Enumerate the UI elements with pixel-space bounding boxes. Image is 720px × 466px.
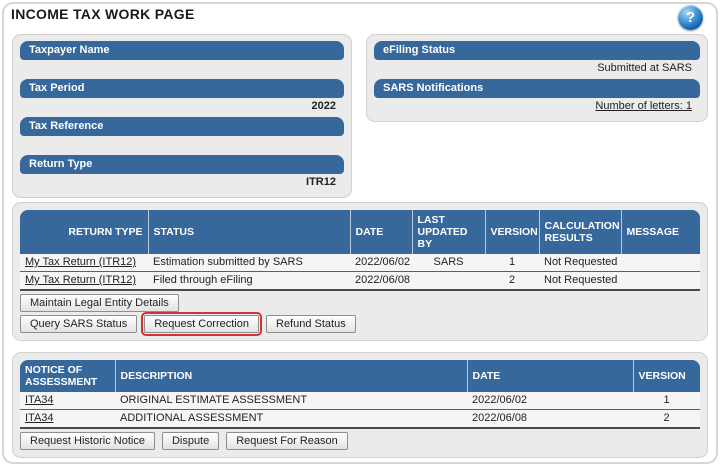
table-row: ITA34 ORIGINAL ESTIMATE ASSESSMENT 2022/… [20, 392, 700, 410]
request-historic-notice-button[interactable]: Request Historic Notice [20, 432, 155, 450]
returns-table: RETURN TYPE STATUS DATE LAST UPDATED BY … [20, 210, 700, 291]
tax-period-value: 2022 [20, 98, 344, 115]
col-header-notice-version: VERSION [633, 360, 700, 392]
last-updated-by-cell [412, 272, 485, 291]
table-row: ITA34 ADDITIONAL ASSESSMENT 2022/06/08 2 [20, 410, 700, 429]
col-header-message: MESSAGE [621, 210, 700, 254]
description-cell: ORIGINAL ESTIMATE ASSESSMENT [115, 392, 467, 410]
version-cell: 2 [485, 272, 539, 291]
refund-status-button[interactable]: Refund Status [266, 315, 356, 333]
returns-buttons-row-2: Query SARS Status Request Correction Ref… [20, 315, 700, 333]
col-header-description: DESCRIPTION [115, 360, 467, 392]
status-cell: Estimation submitted by SARS [148, 254, 350, 272]
number-of-letters-link[interactable]: Number of letters: 1 [595, 100, 692, 112]
taxpayer-name-value [20, 60, 344, 77]
col-header-notice-date: DATE [467, 360, 633, 392]
notices-header-row: NOTICE OF ASSESSMENT DESCRIPTION DATE VE… [20, 360, 700, 392]
calculation-results-cell: Not Requested [539, 254, 621, 272]
date-cell: 2022/06/02 [467, 392, 633, 410]
tax-reference-header: Tax Reference [20, 117, 344, 136]
sars-notifications-header: SARS Notifications [374, 79, 700, 98]
field-tax-reference: Tax Reference [20, 117, 344, 153]
col-header-notice-of-assessment: NOTICE OF ASSESSMENT [20, 360, 115, 392]
tax-reference-value [20, 136, 344, 153]
field-efiling-status: eFiling Status Submitted at SARS [374, 41, 700, 77]
my-tax-return-link-1[interactable]: My Tax Return (ITR12) [25, 256, 136, 268]
page-title: INCOME TAX WORK PAGE [11, 6, 195, 22]
request-correction-button[interactable]: Request Correction [144, 315, 259, 333]
field-taxpayer-name: Taxpayer Name [20, 41, 344, 77]
taxpayer-name-header: Taxpayer Name [20, 41, 344, 60]
notices-table: NOTICE OF ASSESSMENT DESCRIPTION DATE VE… [20, 360, 700, 429]
status-cell: Filed through eFiling [148, 272, 350, 291]
col-header-last-updated-by: LAST UPDATED BY [412, 210, 485, 254]
col-header-calculation-results: CALCULATION RESULTS [539, 210, 621, 254]
field-sars-notifications: SARS Notifications Number of letters: 1 [374, 79, 700, 115]
returns-header-row: RETURN TYPE STATUS DATE LAST UPDATED BY … [20, 210, 700, 254]
field-tax-period: Tax Period 2022 [20, 79, 344, 115]
query-sars-status-button[interactable]: Query SARS Status [20, 315, 137, 333]
returns-buttons-row-1: Maintain Legal Entity Details [20, 294, 700, 312]
dispute-button[interactable]: Dispute [162, 432, 219, 450]
col-header-status: STATUS [148, 210, 350, 254]
table-row: My Tax Return (ITR12) Filed through eFil… [20, 272, 700, 291]
version-cell: 1 [485, 254, 539, 272]
field-return-type: Return Type ITR12 [20, 155, 344, 191]
help-icon[interactable]: ? [678, 5, 703, 30]
date-cell: 2022/06/02 [350, 254, 412, 272]
date-cell: 2022/06/08 [350, 272, 412, 291]
returns-section: RETURN TYPE STATUS DATE LAST UPDATED BY … [12, 202, 708, 341]
last-updated-by-cell: SARS [412, 254, 485, 272]
my-tax-return-link-2[interactable]: My Tax Return (ITR12) [25, 274, 136, 286]
calculation-results-cell: Not Requested [539, 272, 621, 291]
table-row: My Tax Return (ITR12) Estimation submitt… [20, 254, 700, 272]
version-cell: 2 [633, 410, 700, 429]
message-cell [621, 254, 700, 272]
col-header-return-type: RETURN TYPE [20, 210, 148, 254]
income-tax-work-page: INCOME TAX WORK PAGE ? Taxpayer Name Tax… [0, 0, 720, 466]
message-cell [621, 272, 700, 291]
request-for-reason-button[interactable]: Request For Reason [226, 432, 348, 450]
maintain-legal-entity-details-button[interactable]: Maintain Legal Entity Details [20, 294, 179, 312]
date-cell: 2022/06/08 [467, 410, 633, 429]
notices-section: NOTICE OF ASSESSMENT DESCRIPTION DATE VE… [12, 352, 708, 458]
version-cell: 1 [633, 392, 700, 410]
tax-period-header: Tax Period [20, 79, 344, 98]
col-header-version: VERSION [485, 210, 539, 254]
return-type-value: ITR12 [20, 174, 344, 191]
summary-panels: Taxpayer Name Tax Period 2022 Tax Refere… [12, 34, 708, 198]
taxpayer-summary-panel: Taxpayer Name Tax Period 2022 Tax Refere… [12, 34, 352, 198]
efiling-status-header: eFiling Status [374, 41, 700, 60]
col-header-date: DATE [350, 210, 412, 254]
status-summary-panel: eFiling Status Submitted at SARS SARS No… [366, 34, 708, 122]
efiling-status-value: Submitted at SARS [374, 60, 700, 77]
description-cell: ADDITIONAL ASSESSMENT [115, 410, 467, 429]
ita34-link-1[interactable]: ITA34 [25, 394, 54, 406]
ita34-link-2[interactable]: ITA34 [25, 412, 54, 424]
notices-buttons-row: Request Historic Notice Dispute Request … [20, 432, 700, 450]
return-type-header: Return Type [20, 155, 344, 174]
